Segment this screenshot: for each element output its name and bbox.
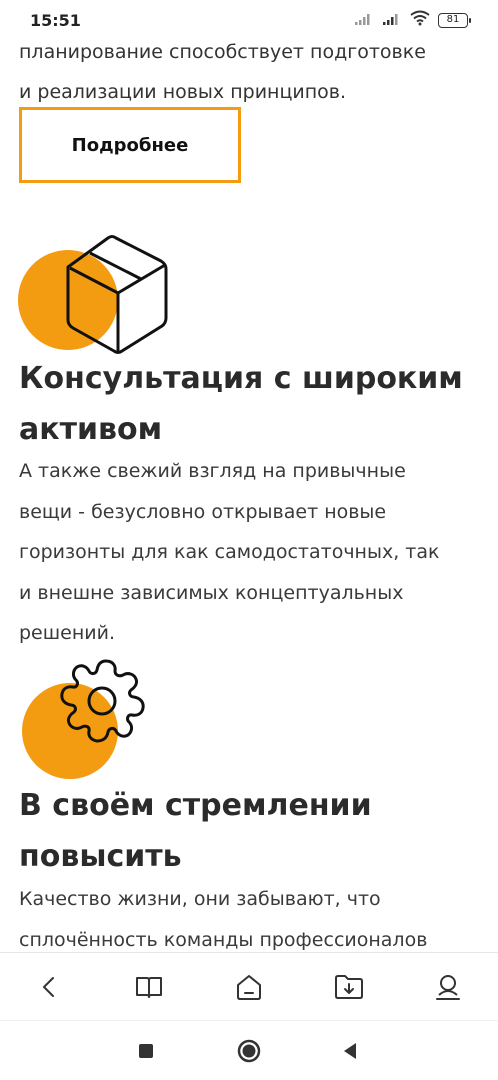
feature-text-line: и внешне зависимых концептуальных <box>19 581 404 604</box>
feature-title: В своём стремлении повысить <box>19 780 479 882</box>
signal-icon <box>382 11 402 30</box>
status-time: 15:51 <box>30 10 81 30</box>
status-icons: 81 <box>354 10 471 30</box>
feature-text-line: вещи - безусловно открывает новые <box>19 500 387 523</box>
status-bar: 15:51 81 <box>0 0 498 40</box>
feature-text-line: А также свежий взгляд на привычные <box>19 460 406 482</box>
profile-icon[interactable] <box>423 962 473 1012</box>
system-nav <box>0 1020 498 1080</box>
screen: 15:51 81 планирование способствует подго… <box>0 0 498 1080</box>
feature-text-line: Качество жизни, они забывают, что <box>19 888 381 910</box>
download-folder-icon[interactable] <box>324 962 374 1012</box>
feature-title-line: активом <box>19 412 163 447</box>
browser-nav <box>0 952 498 1020</box>
home-icon[interactable] <box>224 962 274 1012</box>
feature-title-line: В своём стремлении <box>19 788 372 823</box>
signal-icon <box>354 11 374 30</box>
gear-icon <box>20 653 170 787</box>
square-icon[interactable] <box>134 1039 158 1063</box>
circle-icon[interactable] <box>237 1039 261 1063</box>
feature-text: А также свежий взгляд на привычные вещи … <box>19 451 459 654</box>
feature-title-line: Консультация с широким <box>19 361 463 396</box>
book-icon[interactable] <box>124 962 174 1012</box>
box-icon <box>18 233 178 362</box>
intro-text: планирование способствует подготовке и р… <box>19 32 479 112</box>
battery-icon: 81 <box>438 12 471 28</box>
back-icon[interactable] <box>25 962 75 1012</box>
intro-line: и реализации новых принципов. <box>19 81 347 103</box>
feature-title-line: повысить <box>19 839 182 874</box>
wifi-icon <box>410 10 430 30</box>
more-button[interactable]: Подробнее <box>19 107 241 183</box>
feature-text-line: горизонты для как самодостаточных, так <box>19 541 440 563</box>
feature-title: Консультация с широким активом <box>19 353 479 455</box>
feature-text-line: решений. <box>19 622 115 644</box>
triangle-back-icon[interactable] <box>338 1039 362 1063</box>
feature-text: Качество жизни, они забывают, что сплочё… <box>19 879 459 960</box>
